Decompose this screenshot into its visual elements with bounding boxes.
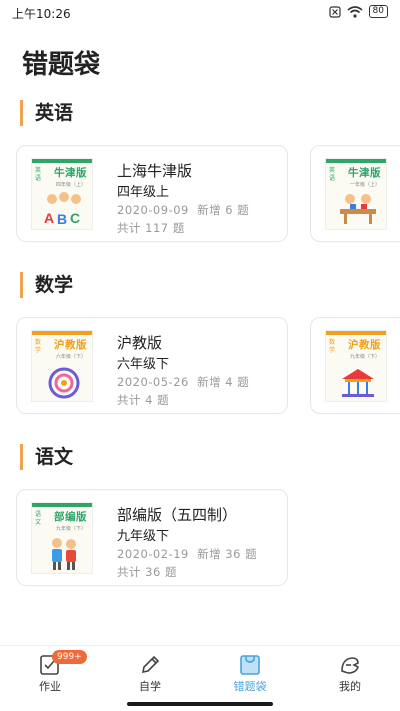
profile-icon (341, 657, 359, 674)
children-illustration (52, 538, 76, 570)
status-bar: 上午10:26 80 (0, 0, 400, 26)
tab-label: 我的 (339, 680, 361, 693)
battery-indicator: 80 (368, 5, 388, 18)
book-grade: 六年级下 (117, 357, 170, 372)
book-cover: 英语 牛津版 一年级（上） (325, 158, 387, 230)
pencil-icon (141, 655, 160, 674)
tab-self-study[interactable]: 自学 (100, 646, 200, 698)
carousel-illustration (342, 369, 374, 397)
section-title-english: 英语 (20, 100, 73, 126)
book-name: 部编版（五四制） (117, 506, 238, 524)
book-name: 上海牛津版 (117, 162, 193, 180)
book-meta: 2020-09-09 新增 6 题 (117, 203, 250, 217)
kids-desk-illustration (340, 194, 376, 224)
book-meta: 2020-05-26 新增 4 题 (117, 375, 250, 389)
tab-label: 自学 (139, 680, 161, 693)
svg-text:A: A (44, 210, 54, 226)
notification-icon (328, 5, 341, 18)
book-grade: 四年级上 (117, 185, 170, 200)
tab-homework[interactable]: 999+ 作业 (0, 646, 100, 698)
book-card-math-2[interactable]: 数学 沪教版 九年级（下） (310, 317, 400, 414)
bottom-tab-bar: 999+ 作业 自学 错题袋 我的 (0, 645, 400, 698)
wifi-icon (347, 5, 363, 18)
svg-text:B: B (57, 211, 67, 227)
book-cover: 英语 牛津版 四年级（上） A B C (31, 158, 93, 230)
tab-label: 错题袋 (233, 680, 267, 693)
book-grade: 九年级下 (117, 529, 170, 544)
book-card-english-1[interactable]: 英语 牛津版 四年级（上） A B C 上海牛津版 四年级上 2020-09-0… (16, 145, 288, 242)
book-card-math-1[interactable]: 数学 沪教版 六年级（下） 沪教版 六年级下 2020-05-26 新增 4 题… (16, 317, 288, 414)
tab-profile[interactable]: 我的 (300, 646, 400, 698)
status-icons: 80 (328, 5, 388, 18)
book-total: 共计 36 题 (117, 565, 177, 579)
homework-badge: 999+ (52, 650, 87, 664)
book-card-chinese-1[interactable]: 语文 部编版 九年级（下） 部编版（五四制） 九年级下 2020-02-19 新… (16, 489, 288, 586)
bag-icon (240, 655, 260, 675)
book-total: 共计 4 题 (117, 393, 170, 407)
book-cover: 语文 部编版 九年级（下） (31, 502, 93, 574)
section-title-math: 数学 (20, 272, 73, 298)
kids-abc-illustration: A B C (44, 192, 81, 227)
svg-text:C: C (70, 210, 80, 226)
tab-mistake-bag[interactable]: 错题袋 (200, 646, 300, 698)
home-indicator (0, 697, 400, 711)
swirl-illustration (48, 367, 80, 399)
tab-label: 作业 (39, 680, 61, 693)
page-title: 错题袋 (22, 50, 101, 80)
book-name: 沪教版 (117, 334, 163, 352)
book-cover: 数学 沪教版 九年级（下） (325, 330, 387, 402)
section-title-chinese: 语文 (20, 444, 73, 470)
book-card-english-2[interactable]: 英语 牛津版 一年级（上） (310, 145, 400, 242)
book-total: 共计 117 题 (117, 221, 185, 235)
status-time: 上午10:26 (12, 7, 71, 21)
book-meta: 2020-02-19 新增 36 题 (117, 547, 258, 561)
book-cover: 数学 沪教版 六年级（下） (31, 330, 93, 402)
